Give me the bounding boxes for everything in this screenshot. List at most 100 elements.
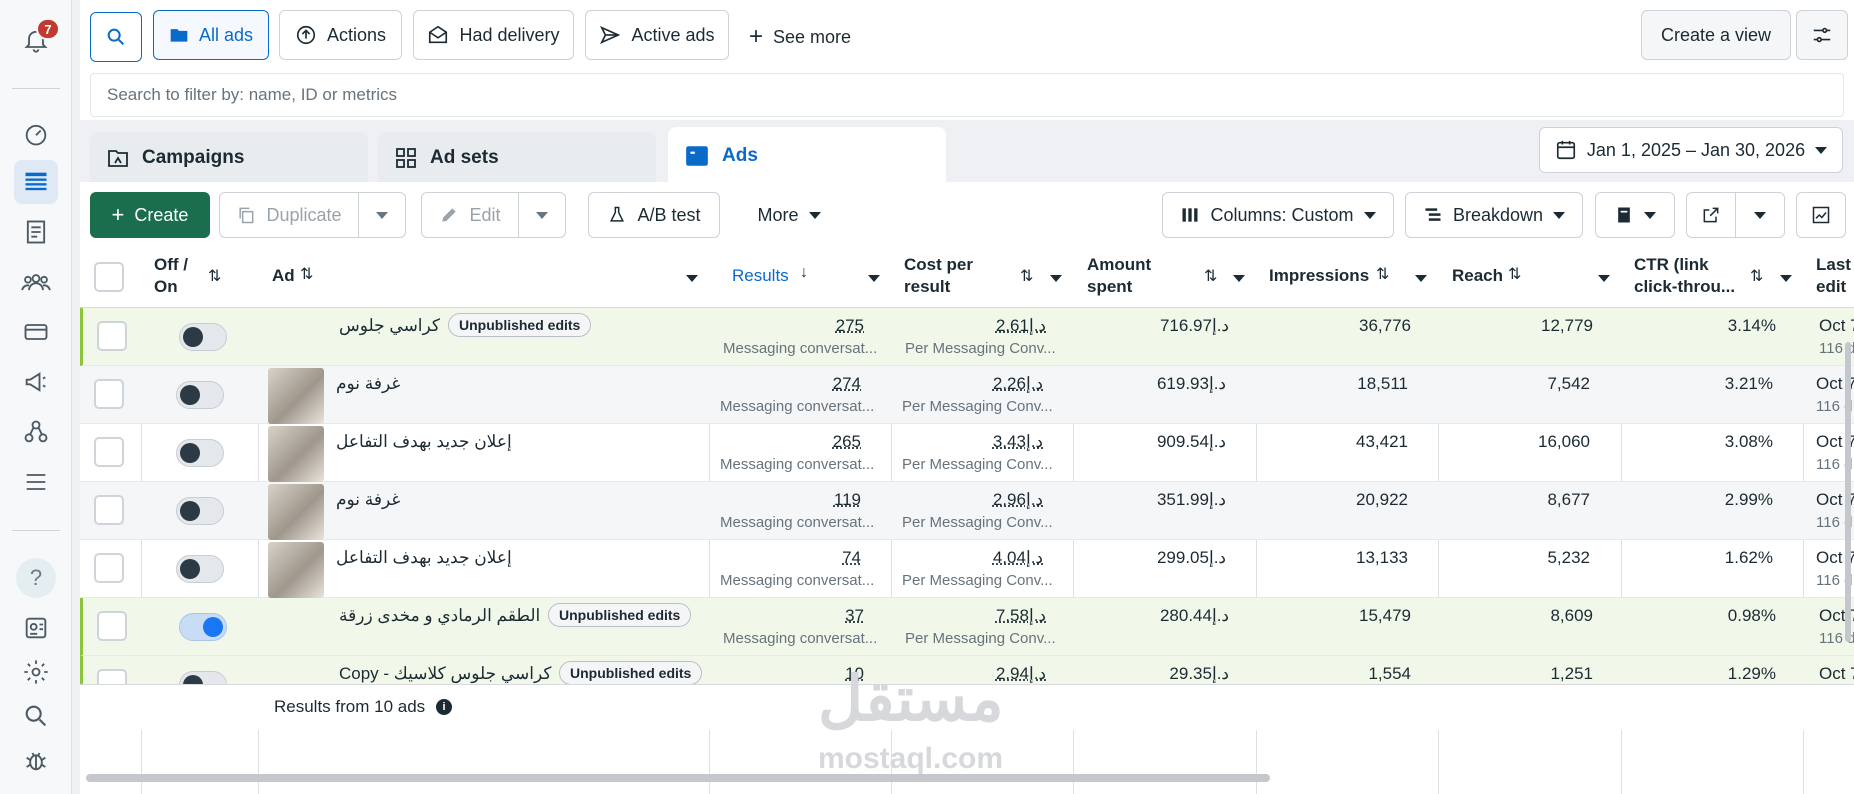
chevron-down-icon[interactable] xyxy=(1233,275,1245,282)
ad-thumbnail-image[interactable] xyxy=(268,484,324,540)
row-checkbox[interactable] xyxy=(94,495,124,525)
ad-toggle-switch[interactable] xyxy=(176,497,224,525)
sort-arrows-icon[interactable]: ⇅ xyxy=(1020,266,1033,286)
ad-name[interactable]: كراسي جلوس xyxy=(339,316,440,336)
sort-arrows-icon[interactable]: ⇅ xyxy=(1508,264,1521,284)
help-question-icon[interactable]: ? xyxy=(14,556,58,600)
header-impressions[interactable]: Impressions xyxy=(1269,265,1369,287)
ad-name[interactable]: كراسي جلوس كلاسيك - Copy xyxy=(339,664,551,684)
ad-toggle-switch[interactable] xyxy=(176,439,224,467)
header-results[interactable]: Results xyxy=(732,265,789,287)
breakdown-button[interactable]: Breakdown xyxy=(1405,192,1583,238)
row-checkbox[interactable] xyxy=(97,611,127,641)
ad-name[interactable]: إعلان جديد بهدف التفاعل xyxy=(336,548,512,568)
sort-down-arrow-icon[interactable]: ↓ xyxy=(800,264,808,282)
cost-per-result-value[interactable]: 2.26د.إ xyxy=(902,374,1043,394)
reports-button[interactable] xyxy=(1595,192,1675,238)
settings-gear-icon[interactable] xyxy=(14,650,58,694)
account-id-card-icon[interactable] xyxy=(14,606,58,650)
table-row[interactable]: الطقم الرمادي و مخدى زرقة 37 Messaging con… xyxy=(80,598,1854,656)
tab-campaigns[interactable]: Campaigns xyxy=(90,132,368,184)
chevron-down-icon[interactable] xyxy=(1780,275,1792,282)
header-last-edit[interactable]: Last edit xyxy=(1816,254,1854,298)
all-ads-view-button[interactable]: All ads xyxy=(153,10,269,60)
results-value[interactable]: 74 xyxy=(720,548,861,568)
edit-button[interactable]: Edit xyxy=(421,192,519,238)
create-ad-button[interactable]: + Create xyxy=(90,192,210,238)
results-value[interactable]: 274 xyxy=(720,374,861,394)
sort-arrows-icon[interactable]: ⇅ xyxy=(208,266,221,286)
ad-thumbnail-image[interactable] xyxy=(268,426,324,482)
report-bug-icon[interactable] xyxy=(14,738,58,782)
chevron-down-icon[interactable] xyxy=(1598,275,1610,282)
ad-name[interactable]: غرفة نوم xyxy=(336,490,400,510)
results-value[interactable]: 265 xyxy=(720,432,861,452)
export-dropdown-button[interactable] xyxy=(1735,192,1785,238)
header-ctr[interactable]: CTR (link click-throu... xyxy=(1634,254,1748,298)
pages-document-icon[interactable] xyxy=(14,210,58,254)
sort-arrows-icon[interactable]: ⇅ xyxy=(1204,266,1217,286)
select-all-checkbox[interactable] xyxy=(94,262,124,292)
all-tools-menu-icon[interactable] xyxy=(14,460,58,504)
header-ad[interactable]: Ad xyxy=(272,265,295,287)
info-icon[interactable]: i xyxy=(436,699,452,715)
header-cost-per-result[interactable]: Cost per result xyxy=(904,254,984,298)
ad-name[interactable]: إعلان جديد بهدف التفاعل xyxy=(336,432,512,452)
row-checkbox[interactable] xyxy=(97,321,127,351)
actions-view-button[interactable]: Actions xyxy=(279,10,402,60)
table-row[interactable]: غرفة نوم 119 Messaging conversat... 2.96د.إ… xyxy=(80,482,1854,540)
ads-manager-table-icon[interactable] xyxy=(14,160,58,204)
date-range-picker[interactable]: Jan 1, 2025 – Jan 30, 2026 xyxy=(1539,127,1843,173)
charts-button[interactable] xyxy=(1796,192,1846,238)
chevron-down-icon[interactable] xyxy=(868,275,880,282)
ab-test-button[interactable]: A/B test xyxy=(588,192,720,238)
see-more-views-button[interactable]: + See more xyxy=(740,12,860,62)
cost-per-result-value[interactable]: 2.61د.إ xyxy=(905,316,1046,336)
ad-toggle-switch[interactable] xyxy=(176,555,224,583)
ad-name[interactable]: الطقم الرمادي و مخدى زرقة xyxy=(339,606,540,626)
sort-arrows-icon[interactable]: ⇅ xyxy=(300,264,313,284)
view-settings-button[interactable] xyxy=(1796,10,1848,60)
cost-per-result-value[interactable]: 3.43د.إ xyxy=(902,432,1043,452)
table-row[interactable]: إعلان جديد بهدف التفاعل 74 Messaging conve… xyxy=(80,540,1854,598)
ad-name[interactable]: غرفة نوم xyxy=(336,374,400,394)
header-reach[interactable]: Reach xyxy=(1452,265,1503,287)
billing-card-icon[interactable] xyxy=(14,310,58,354)
cost-per-result-value[interactable]: 7.58د.إ xyxy=(905,606,1046,626)
ad-thumbnail-image[interactable] xyxy=(268,542,324,598)
duplicate-dropdown-button[interactable] xyxy=(358,192,406,238)
create-view-button[interactable]: Create a view xyxy=(1641,10,1791,60)
table-row[interactable]: غرفة نوم 274 Messaging conversat... 2.26د.إ… xyxy=(80,366,1854,424)
campaign-megaphone-icon[interactable] xyxy=(14,360,58,404)
results-value[interactable]: 37 xyxy=(723,606,864,626)
header-off-on[interactable]: Off / On xyxy=(154,254,204,298)
search-toggle-button[interactable] xyxy=(90,12,142,62)
had-delivery-view-button[interactable]: Had delivery xyxy=(413,10,574,60)
chevron-down-icon[interactable] xyxy=(1415,275,1427,282)
vertical-scrollbar[interactable] xyxy=(1845,342,1851,642)
chevron-down-icon[interactable] xyxy=(1050,275,1062,282)
ad-thumbnail-image[interactable] xyxy=(268,368,324,424)
row-checkbox[interactable] xyxy=(94,379,124,409)
export-button[interactable] xyxy=(1686,192,1736,238)
ad-toggle-switch[interactable] xyxy=(179,613,227,641)
horizontal-scrollbar[interactable] xyxy=(86,774,1270,782)
ad-toggle-switch[interactable] xyxy=(176,381,224,409)
active-ads-view-button[interactable]: Active ads xyxy=(585,10,729,60)
row-checkbox[interactable] xyxy=(94,437,124,467)
events-manager-network-icon[interactable] xyxy=(14,410,58,454)
table-row[interactable]: إعلان جديد بهدف التفاعل 265 Messaging conv… xyxy=(80,424,1854,482)
cost-per-result-value[interactable]: 2.96د.إ xyxy=(902,490,1043,510)
dashboard-gauge-icon[interactable] xyxy=(14,112,58,156)
filter-search-input[interactable]: Search to filter by: name, ID or metrics xyxy=(90,73,1844,117)
cost-per-result-value[interactable]: 4.04د.إ xyxy=(902,548,1043,568)
results-value[interactable]: 275 xyxy=(723,316,864,336)
sort-arrows-icon[interactable]: ⇅ xyxy=(1376,264,1389,284)
edit-dropdown-button[interactable] xyxy=(518,192,566,238)
ad-toggle-switch[interactable] xyxy=(179,323,227,351)
tab-ad-sets[interactable]: Ad sets xyxy=(378,132,656,184)
columns-button[interactable]: Columns: Custom xyxy=(1162,192,1394,238)
more-actions-button[interactable]: More xyxy=(734,192,844,238)
chevron-down-icon[interactable] xyxy=(686,275,698,282)
results-value[interactable]: 119 xyxy=(720,490,861,510)
